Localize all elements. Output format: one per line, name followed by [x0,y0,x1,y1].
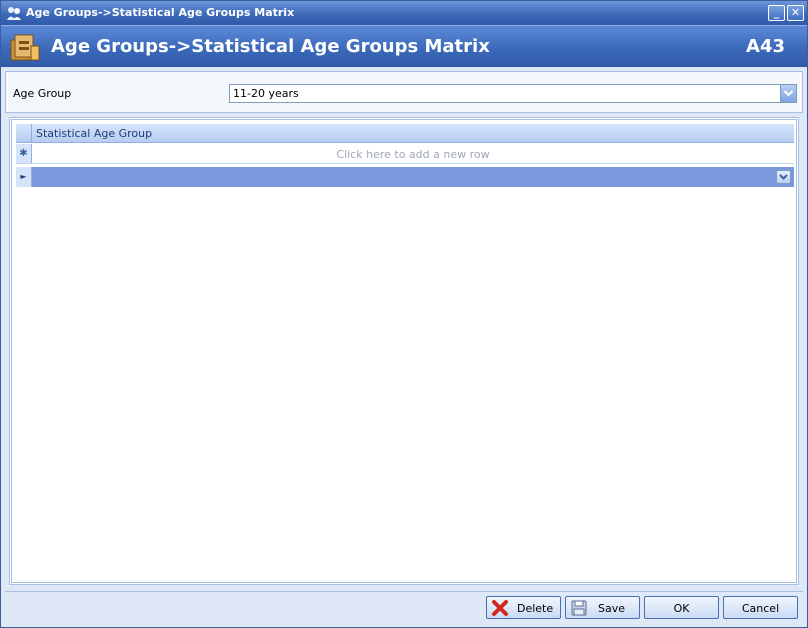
ok-label: OK [673,602,690,615]
save-disk-icon [571,600,587,616]
age-group-select[interactable]: 11-20 years [229,84,797,103]
cancel-label: Cancel [741,602,780,615]
minimize-button[interactable]: _ [768,5,785,21]
table-row[interactable]: ► [16,167,794,187]
page-title: Age Groups->Statistical Age Groups Matri… [51,36,490,57]
current-row-indicator-icon: ► [16,167,32,187]
delete-button[interactable]: Delete [486,596,561,619]
screen-code: A43 [746,36,785,57]
new-row-marker-icon: ✱ [16,144,32,163]
ok-button[interactable]: OK [644,596,719,619]
window-title: Age Groups->Statistical Age Groups Matri… [26,6,295,19]
delete-x-icon [492,600,508,616]
delete-label: Delete [517,602,554,615]
matrix-grid: Statistical Age Group ✱ Click here to ad… [9,117,799,585]
app-people-icon [7,7,21,20]
grid-corner [16,124,32,142]
age-group-label: Age Group [13,87,72,100]
age-group-dropdown-button[interactable] [780,85,796,102]
save-button[interactable]: Save [565,596,640,619]
grid-header: Statistical Age Group [16,124,794,143]
dialog-window: Age Groups->Statistical Age Groups Matri… [0,0,808,628]
title-bar[interactable]: Age Groups->Statistical Age Groups Matri… [1,1,807,25]
row-dropdown-button[interactable] [776,170,791,184]
column-header-statistical-age-group[interactable]: Statistical Age Group [36,127,152,140]
add-new-row[interactable]: ✱ Click here to add a new row [16,144,794,164]
filter-panel: Age Group 11-20 years [5,71,803,113]
folder-documents-icon [10,34,40,61]
button-bar: Delete Save OK Cancel [5,591,803,623]
new-row-hint[interactable]: Click here to add a new row [32,148,794,161]
save-label: Save [598,602,626,615]
chevron-down-icon [783,90,794,97]
chevron-down-icon [779,174,788,180]
minimize-icon: _ [773,6,780,19]
close-button[interactable]: ✕ [787,5,804,21]
age-group-value: 11-20 years [233,87,299,100]
close-icon: ✕ [790,6,801,19]
header-banner: Age Groups->Statistical Age Groups Matri… [1,25,807,67]
cancel-button[interactable]: Cancel [723,596,798,619]
